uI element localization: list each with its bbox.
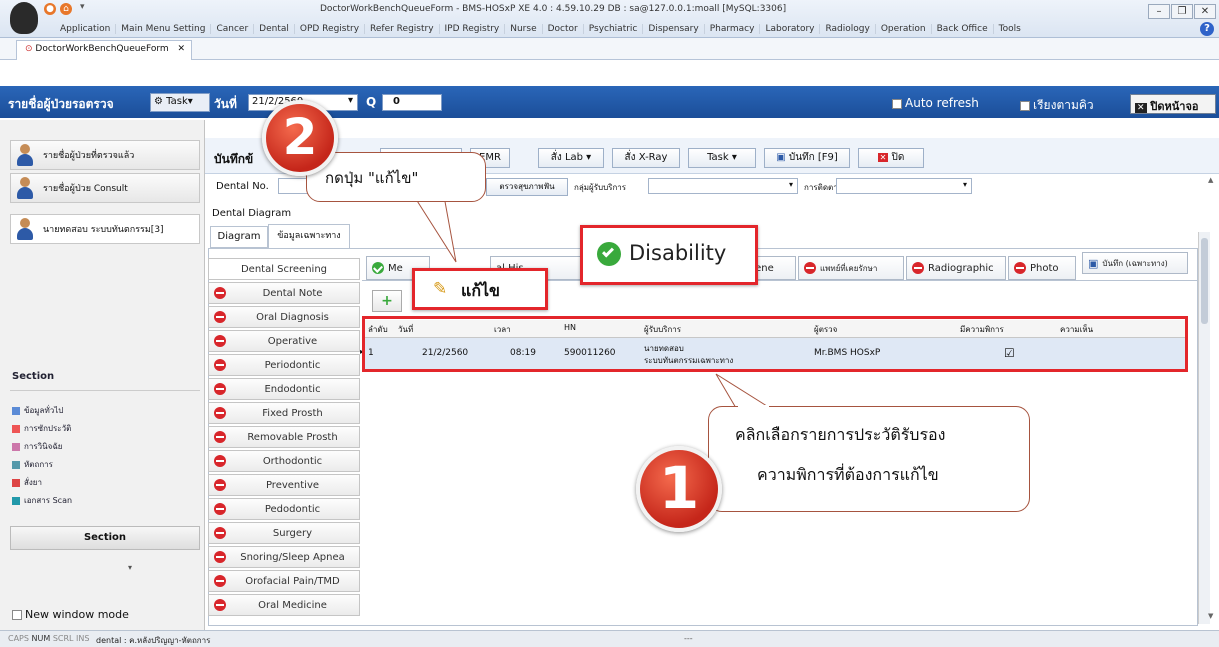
status-extra: --- xyxy=(684,634,693,643)
step1-text-line1: คลิกเลือกรายการประวัติรับรอง xyxy=(735,425,946,444)
callout-pointers xyxy=(413,195,772,409)
ins-indicator: INS xyxy=(76,634,90,643)
step1-badge: 1 xyxy=(636,446,722,532)
step2-badge: 2 xyxy=(262,100,338,176)
scrl-indicator: SCRL xyxy=(52,634,74,643)
step2-callout: กดปุ่ม "แก้ไข" xyxy=(306,152,486,202)
callout1-pointer xyxy=(715,373,772,409)
callout2-join xyxy=(411,195,445,198)
callout2-pointer xyxy=(413,195,457,263)
num-indicator: NUM xyxy=(31,634,51,643)
step1-text-line2: ความพิการที่ต้องการแก้ไข xyxy=(757,465,939,484)
status-info: dental : ค.หลังปริญญา-หัตถการ xyxy=(96,636,211,645)
step2-text: กดปุ่ม "แก้ไข" xyxy=(325,169,419,187)
step1-callout: คลิกเลือกรายการประวัติรับรอง ความพิการที… xyxy=(708,406,1030,512)
caps-indicator: CAPS xyxy=(8,634,29,643)
status-keys: CAPS NUM SCRL INS xyxy=(8,634,89,643)
callout1-join xyxy=(738,405,769,408)
